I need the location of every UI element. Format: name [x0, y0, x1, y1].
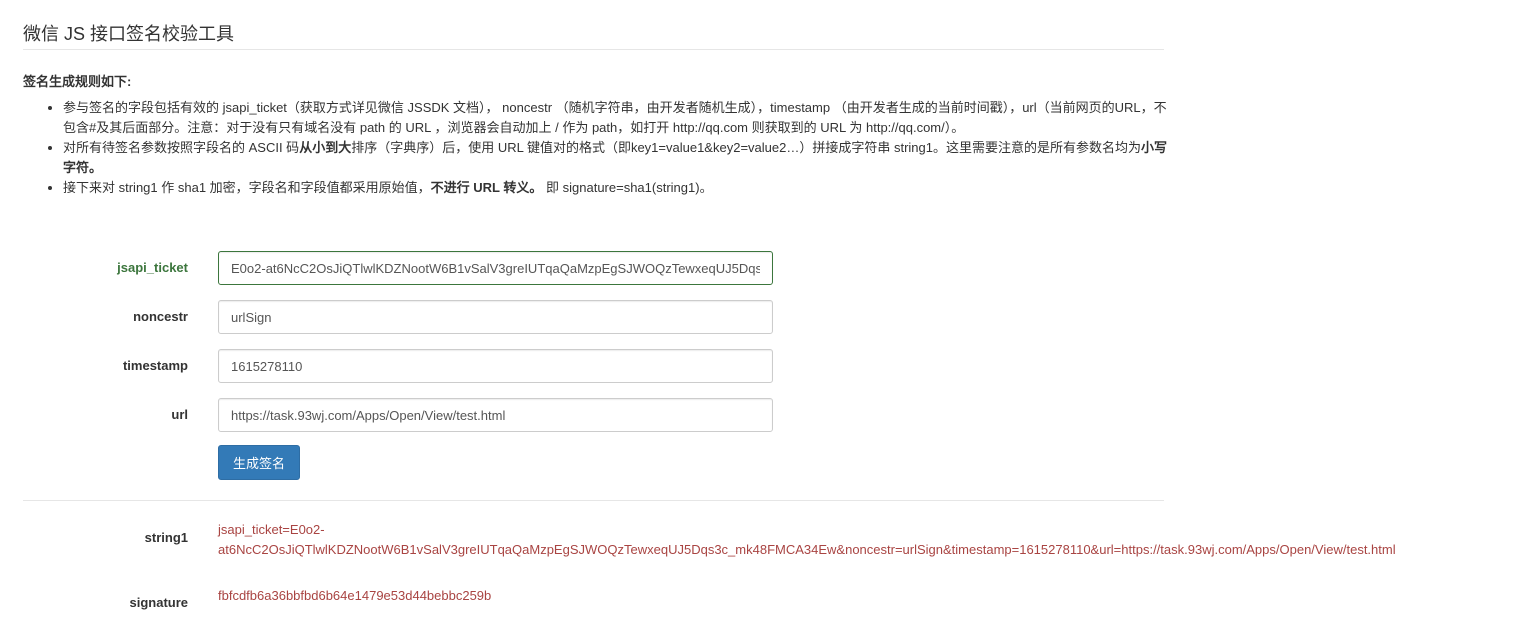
url-input[interactable]	[218, 398, 773, 432]
timestamp-input[interactable]	[218, 349, 773, 383]
signature-label: signature	[129, 595, 188, 610]
rule-item-2-bold-a: 从小到大	[299, 140, 352, 155]
jsapi-ticket-input[interactable]	[218, 251, 773, 285]
rule-item-3-text-a: 接下来对 string1 作 sha1 加密，字段名和字段值都采用原始值，	[63, 180, 431, 195]
signature-value: fbfcdfb6a36bbfbd6b64e1479e53d44bebbc259b	[218, 588, 492, 603]
divider-top	[23, 49, 1164, 50]
url-label: url	[171, 407, 188, 422]
rule-item-2-text-b: 排序（字典序）后，使用 URL 键值对的格式（即key1=value1&key2…	[351, 140, 1141, 155]
rule-item-2: 对所有待签名参数按照字段名的 ASCII 码从小到大排序（字典序）后，使用 UR…	[63, 138, 1168, 178]
rules-list: 参与签名的字段包括有效的 jsapi_ticket（获取方式详见微信 JSSDK…	[23, 98, 1168, 198]
rule-item-1: 参与签名的字段包括有效的 jsapi_ticket（获取方式详见微信 JSSDK…	[63, 98, 1168, 138]
form-row-noncestr: noncestr	[0, 300, 780, 334]
string1-value-line-2: at6NcC2OsJiQTlwlKDZNootW6B1vSalV3greIUTq…	[218, 542, 1396, 557]
form-row-timestamp: timestamp	[0, 349, 780, 383]
string1-value-line-1: jsapi_ticket=E0o2-	[218, 522, 325, 537]
form-row-url: url	[0, 398, 780, 432]
string1-value: jsapi_ticket=E0o2- at6NcC2OsJiQTlwlKDZNo…	[218, 520, 1508, 560]
generate-signature-button[interactable]: 生成签名	[218, 445, 300, 480]
noncestr-label: noncestr	[133, 309, 188, 324]
form-row-jsapi-ticket: jsapi_ticket	[0, 251, 780, 285]
page-title: 微信 JS 接口签名校验工具	[23, 24, 235, 45]
timestamp-label: timestamp	[122, 358, 188, 373]
rules-title: 签名生成规则如下:	[23, 74, 132, 89]
rule-item-3: 接下来对 string1 作 sha1 加密，字段名和字段值都采用原始值，不进行…	[63, 178, 1168, 198]
jsapi-ticket-label: jsapi_ticket	[117, 260, 188, 275]
noncestr-input[interactable]	[218, 300, 773, 334]
rule-item-3-bold: 不进行 URL 转义。	[430, 180, 543, 195]
string1-label: string1	[144, 530, 188, 545]
rule-item-2-text-a: 对所有待签名参数按照字段名的 ASCII 码	[63, 140, 300, 155]
divider-bottom	[23, 500, 1164, 501]
rule-item-1-text: 参与签名的字段包括有效的 jsapi_ticket（获取方式详见微信 JSSDK…	[63, 100, 1167, 135]
rule-item-3-text-b: 即 signature=sha1(string1)。	[546, 180, 713, 195]
